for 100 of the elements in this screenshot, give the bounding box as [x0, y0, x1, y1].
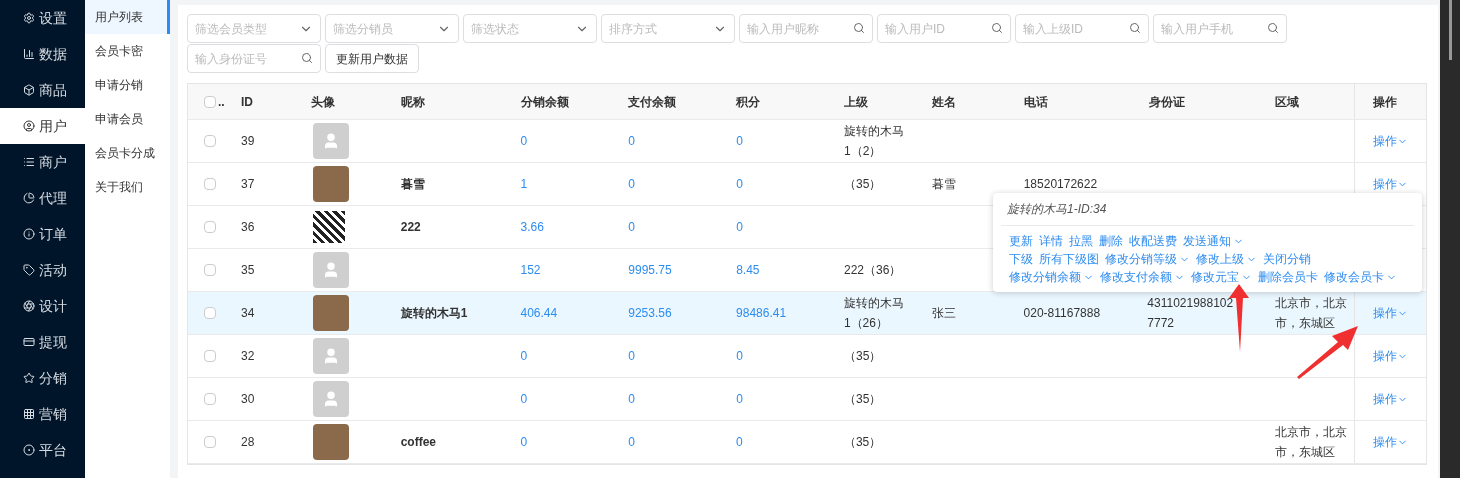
column-header[interactable]: 操作	[1373, 92, 1398, 111]
column-header[interactable]: 头像	[310, 92, 335, 111]
search-field[interactable]: 输入用户手机	[1153, 14, 1287, 43]
row-checkbox[interactable]	[204, 135, 216, 147]
submenu-item[interactable]: 关于我们	[85, 170, 170, 204]
table-cell-text: coffee	[400, 434, 436, 451]
submenu-item[interactable]: 会员卡分成	[85, 136, 170, 170]
table-row[interactable]: 32 0 0 0 （35） 操作	[188, 335, 1426, 378]
row-checkbox[interactable]	[204, 350, 216, 362]
popover-action-link[interactable]: 修改分销等级	[1105, 250, 1190, 268]
table-cell-text: 0	[628, 391, 635, 408]
action-dropdown[interactable]: 操作	[1373, 347, 1409, 365]
user-circle-icon	[23, 120, 35, 132]
sidebar-item[interactable]: 商品	[0, 72, 85, 108]
search-icon	[853, 22, 865, 34]
pie-chart-icon	[23, 192, 35, 204]
row-checkbox[interactable]	[204, 393, 216, 405]
popover-action-link[interactable]: 修改支付余额	[1100, 268, 1185, 286]
search-icon	[301, 52, 313, 64]
row-checkbox[interactable]	[204, 307, 216, 319]
table-row[interactable]: 39 0 0 0 旋转的木马1（2） 操作	[188, 120, 1426, 163]
select-all-checkbox[interactable]	[204, 95, 216, 108]
column-header[interactable]: 身份证	[1149, 92, 1186, 111]
column-header[interactable]: ID	[240, 92, 253, 111]
sidebar-item[interactable]: 商户	[0, 144, 85, 180]
search-field[interactable]: 输入身份证号	[187, 44, 321, 73]
submenu-item[interactable]: 会员卡密	[85, 34, 170, 68]
sidebar-item[interactable]: 提现	[0, 324, 85, 360]
table-row[interactable]: 28 coffee 0 0 0 （35） 北京市，北京市，东城区 操作	[188, 421, 1426, 464]
sidebar-item[interactable]: 设置	[0, 0, 85, 36]
search-field[interactable]: 输入用户ID	[877, 14, 1011, 43]
column-header[interactable]: 支付余额	[628, 92, 677, 111]
popover-action-link[interactable]: 修改上级	[1196, 250, 1257, 268]
column-header[interactable]: 昵称	[400, 92, 425, 111]
table-cell-text: 0	[628, 219, 635, 236]
table-cell-text: 0	[628, 133, 635, 150]
table-cell-text: 0	[520, 391, 528, 408]
row-checkbox[interactable]	[204, 178, 216, 190]
column-header[interactable]: 上级	[844, 92, 868, 111]
popover-action-link[interactable]: 修改元宝	[1191, 268, 1252, 286]
submenu-item[interactable]: 申请会员	[85, 102, 170, 136]
table-cell-text: （35）	[843, 434, 883, 451]
table-cell-text: 34	[240, 305, 255, 322]
sidebar-item[interactable]: 活动	[0, 252, 85, 288]
table-cell-text: 35	[240, 262, 255, 279]
search-icon	[991, 22, 1003, 34]
sidebar-item[interactable]: 代理	[0, 180, 85, 216]
photo-placeholder	[312, 166, 349, 202]
column-header[interactable]: 电话	[1023, 92, 1048, 111]
table-cell-text: 0	[628, 176, 635, 193]
scrollbar[interactable]	[1440, 0, 1460, 478]
column-header[interactable]: 区域	[1275, 92, 1300, 111]
popover-action-link[interactable]: 详情	[1039, 232, 1063, 250]
table-cell-text: 222	[400, 219, 421, 236]
table-cell-text: 0	[520, 434, 528, 451]
column-header[interactable]: 积分	[736, 92, 761, 111]
popover-action-link[interactable]: 下级	[1009, 250, 1033, 268]
sidebar-item[interactable]: 用户	[0, 108, 85, 144]
table-cell-text: 1	[520, 176, 528, 193]
table-cell-text: 张三	[931, 305, 956, 322]
popover-action-link[interactable]: 所有下级图	[1039, 250, 1099, 268]
row-checkbox[interactable]	[204, 221, 216, 233]
popover-action-link[interactable]: 关闭分销	[1263, 250, 1311, 268]
row-checkbox[interactable]	[204, 436, 216, 448]
sidebar-item[interactable]: 设计	[0, 288, 85, 324]
action-dropdown[interactable]: 操作	[1373, 390, 1409, 408]
table-cell-text: 0	[736, 133, 743, 150]
sidebar-item[interactable]: 营销	[0, 396, 85, 432]
table-cell-text: （35）	[844, 348, 883, 365]
popover-title: 旋转的木马1-ID:34	[1001, 193, 1414, 226]
popover-action-link[interactable]: 删除	[1099, 232, 1123, 250]
search-field[interactable]: 输入用户昵称	[739, 14, 873, 43]
table-cell-text: 0	[628, 434, 635, 451]
action-dropdown[interactable]: 操作	[1373, 175, 1409, 193]
popover-action-link[interactable]: 更新	[1009, 232, 1033, 250]
action-dropdown[interactable]: 操作	[1373, 433, 1409, 451]
row-checkbox[interactable]	[204, 264, 216, 276]
sidebar-item[interactable]: 订单	[0, 216, 85, 252]
popover-action-link[interactable]: 发送通知	[1183, 232, 1244, 250]
popover-action-link[interactable]: 拉黑	[1069, 232, 1093, 250]
table-cell-text: （35）	[844, 176, 883, 193]
sidebar-item[interactable]: 分销	[0, 360, 85, 396]
table-row[interactable]: 34 旋转的木马1 406.44 9253.56 98486.41 旋转的木马1（26） 张三 020-81167888 4311021988102 7772 北京市，北京市，东城区 操作	[188, 292, 1426, 335]
aperture-icon	[23, 300, 35, 312]
search-icon	[1267, 22, 1279, 34]
column-header[interactable]: 分销余额	[520, 92, 569, 111]
sidebar-item[interactable]: 数据	[0, 36, 85, 72]
submenu-item[interactable]: 申请分销	[85, 68, 170, 102]
update-button[interactable]: 更新用户数据	[325, 44, 419, 73]
popover-action-link[interactable]: 修改会员卡	[1324, 268, 1397, 286]
column-header[interactable]: 姓名	[931, 92, 956, 111]
table-row[interactable]: 30 0 0 0 （35） 操作	[188, 378, 1426, 421]
action-dropdown[interactable]: 操作	[1373, 132, 1409, 150]
sidebar-item[interactable]: 平台	[0, 432, 85, 468]
popover-action-link[interactable]: 删除会员卡	[1258, 268, 1318, 286]
table-cell-text: 406.44	[520, 305, 558, 322]
popover-action-link[interactable]: 收配送费	[1129, 232, 1177, 250]
popover-action-link[interactable]: 修改分销余额	[1009, 268, 1094, 286]
star-icon	[23, 372, 35, 384]
submenu-item[interactable]: 用户列表	[85, 0, 170, 34]
